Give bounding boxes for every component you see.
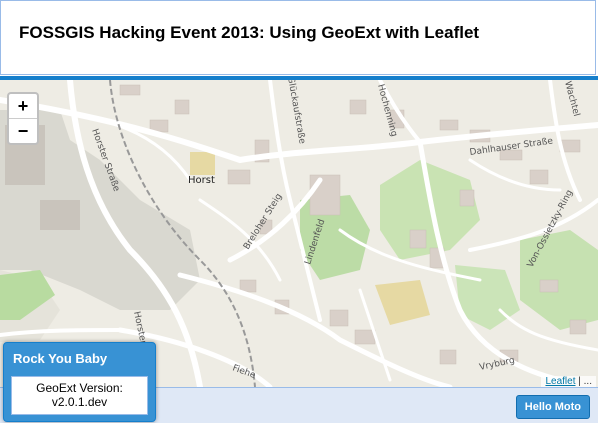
hello-moto-button[interactable]: Hello Moto [515,395,590,419]
zoom-out-button[interactable]: − [9,119,37,143]
window-body: GeoExt Version: v2.0.1.dev [11,376,148,415]
attribution-separator: | ... [575,376,592,387]
industrial-building-2 [40,200,80,230]
map-attribution: Leaflet | ... [541,376,596,387]
window-title[interactable]: Rock You Baby [13,351,107,366]
label-horst: Horst [188,175,215,186]
zoom-control: + − [7,92,39,145]
church-area [190,152,215,175]
attribution-link[interactable]: Leaflet [545,376,575,387]
map-tiles[interactable]: Horst Horster Straße Horster Straße Dahl… [0,80,598,387]
zoom-in-button[interactable]: + [9,94,37,119]
page-title: FOSSGIS Hacking Event 2013: Using GeoExt… [19,23,480,42]
info-window[interactable]: Rock You Baby GeoExt Version: v2.0.1.dev [3,342,156,422]
version-value: v2.0.1.dev [51,395,108,409]
map-view[interactable]: Horst Horster Straße Horster Straße Dahl… [0,80,598,387]
header-panel: FOSSGIS Hacking Event 2013: Using GeoExt… [0,0,596,75]
version-label: GeoExt Version: [36,381,123,395]
